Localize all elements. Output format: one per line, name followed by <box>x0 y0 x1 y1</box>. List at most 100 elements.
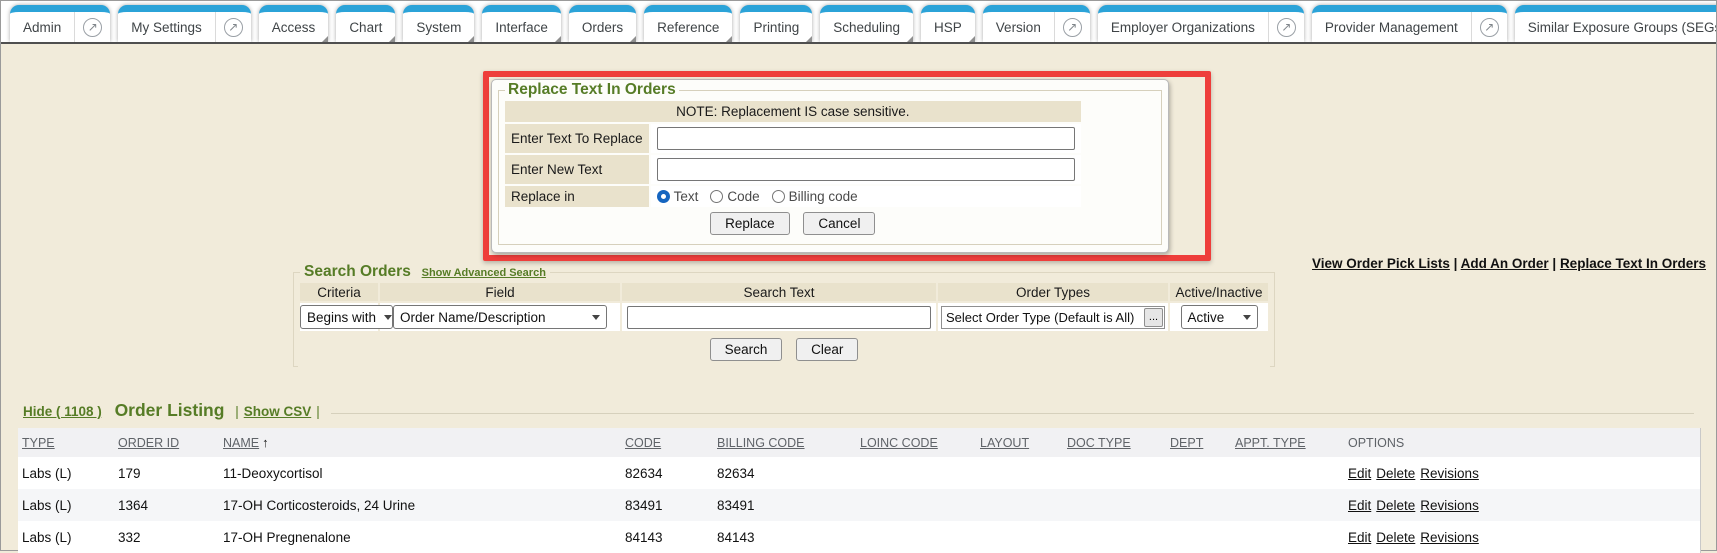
radio-icon[interactable] <box>772 190 785 203</box>
replace-form-table: NOTE: Replacement IS case sensitive. Ent… <box>503 99 1083 240</box>
order-cell <box>856 521 976 553</box>
nav-tab-chart[interactable]: Chart <box>336 5 395 42</box>
radio-label: Billing code <box>789 189 858 204</box>
nav-tab-my-settings[interactable]: My Settings↗ <box>118 5 251 42</box>
action-link-view-order-pick-lists[interactable]: View Order Pick Lists <box>1312 256 1450 271</box>
field-cell <box>650 123 1082 154</box>
column-header-label[interactable]: LAYOUT <box>980 436 1029 450</box>
text-input-enter-text-to-replace[interactable] <box>657 127 1075 150</box>
nav-tab-reference[interactable]: Reference <box>644 5 732 42</box>
radio-icon[interactable] <box>657 190 670 203</box>
nav-tab-system[interactable]: System <box>403 5 474 42</box>
criteria-select[interactable]: Begins with <box>300 305 393 329</box>
order-cell: 82634 <box>621 457 713 489</box>
active-inactive-value: Active <box>1188 310 1225 325</box>
row-revisions-link[interactable]: Revisions <box>1420 530 1479 545</box>
search-button[interactable]: Search <box>710 338 783 361</box>
nav-tab-similar-exposure-groups-segs[interactable]: Similar Exposure Groups (SEGs)↗ <box>1515 5 1716 42</box>
popout-segment[interactable]: ↗ <box>74 12 110 42</box>
column-header-label[interactable]: DEPT <box>1170 436 1203 450</box>
active-inactive-select[interactable]: Active <box>1181 305 1258 329</box>
nav-tab-orders[interactable]: Orders <box>569 5 636 42</box>
nav-tab-label: Version <box>983 12 1054 42</box>
case-sensitive-note: NOTE: Replacement IS case sensitive. <box>504 100 1082 123</box>
popout-segment[interactable]: ↗ <box>1054 12 1090 42</box>
show-csv-link[interactable]: Show CSV <box>244 404 312 419</box>
search-orders-legend: Search Orders Show Advanced Search <box>300 263 550 281</box>
order-cell <box>976 457 1063 489</box>
field-label: Enter New Text <box>504 154 650 185</box>
replace-form-row: Enter New Text <box>504 154 1082 185</box>
column-header-label[interactable]: CODE <box>625 436 661 450</box>
row-revisions-link[interactable]: Revisions <box>1420 466 1479 481</box>
nav-tab-access[interactable]: Access <box>259 5 329 42</box>
nav-tab-printing[interactable]: Printing <box>740 5 812 42</box>
order-cell: 83491 <box>713 489 856 521</box>
dropdown-indicator-icon <box>322 36 328 42</box>
order-type-browse-button[interactable]: ... <box>1144 308 1163 327</box>
order-type-picker-value: Select Order Type (Default is All) <box>942 310 1144 325</box>
popout-segment[interactable]: ↗ <box>1268 12 1304 42</box>
column-header-label[interactable]: LOINC CODE <box>860 436 938 450</box>
search-text-input[interactable] <box>627 306 931 329</box>
nav-tab-hsp[interactable]: HSP <box>921 5 975 42</box>
nav-tab-provider-management[interactable]: Provider Management↗ <box>1312 5 1507 42</box>
popout-segment[interactable]: ↗ <box>1471 12 1507 42</box>
field-cell <box>650 154 1082 185</box>
column-header-label[interactable]: BILLING CODE <box>717 436 805 450</box>
order-cell <box>1231 457 1344 489</box>
order-col-appt-type: APPT. TYPE <box>1231 428 1344 457</box>
nav-tab-label: System <box>403 12 474 42</box>
popout-segment[interactable]: ↗ <box>215 12 251 42</box>
nav-tab-version[interactable]: Version↗ <box>983 5 1090 42</box>
cancel-button[interactable]: Cancel <box>803 212 875 235</box>
row-edit-link[interactable]: Edit <box>1348 466 1371 481</box>
dropdown-indicator-icon <box>389 36 395 42</box>
radio-option-text[interactable]: Text <box>657 189 699 204</box>
popout-arrow-icon: ↗ <box>1277 18 1296 37</box>
row-delete-link[interactable]: Delete <box>1376 530 1415 545</box>
column-header-label[interactable]: DOC TYPE <box>1067 436 1131 450</box>
action-link-replace-text-in-orders[interactable]: Replace Text In Orders <box>1560 256 1706 271</box>
order-cell <box>976 521 1063 553</box>
row-delete-link[interactable]: Delete <box>1376 498 1415 513</box>
order-cell: 84143 <box>621 521 713 553</box>
listing-rule-line <box>331 413 1694 414</box>
order-row: Labs (L)17911-Deoxycortisol8263482634Edi… <box>18 457 1701 489</box>
column-header-label[interactable]: ORDER ID <box>118 436 179 450</box>
row-revisions-link[interactable]: Revisions <box>1420 498 1479 513</box>
nav-tab-admin[interactable]: Admin↗ <box>10 5 110 42</box>
hide-listing-link[interactable]: Hide ( 1108 ) <box>23 404 102 419</box>
nav-tab-employer-organizations[interactable]: Employer Organizations↗ <box>1098 5 1304 42</box>
field-select[interactable]: Order Name/Description <box>393 305 607 329</box>
row-delete-link[interactable]: Delete <box>1376 466 1415 481</box>
row-edit-link[interactable]: Edit <box>1348 530 1371 545</box>
order-cell <box>1231 521 1344 553</box>
popout-arrow-icon: ↗ <box>1480 18 1499 37</box>
dropdown-indicator-icon <box>806 36 812 42</box>
column-header-label[interactable]: TYPE <box>22 436 55 450</box>
order-col-doc-type: DOC TYPE <box>1063 428 1166 457</box>
column-header-label[interactable]: NAME <box>223 436 259 450</box>
column-header-label[interactable]: APPT. TYPE <box>1235 436 1306 450</box>
nav-tab-scheduling[interactable]: Scheduling <box>820 5 913 42</box>
order-col-code: CODE <box>621 428 713 457</box>
show-advanced-search-link[interactable]: Show Advanced Search <box>422 267 546 279</box>
replace-button[interactable]: Replace <box>710 212 790 235</box>
nav-tab-interface[interactable]: Interface <box>482 5 561 42</box>
replace-text-panel: Replace Text In Orders NOTE: Replacement… <box>491 79 1169 253</box>
row-edit-link[interactable]: Edit <box>1348 498 1371 513</box>
radio-option-billing-code[interactable]: Billing code <box>772 189 858 204</box>
order-type-picker[interactable]: Select Order Type (Default is All) ... <box>941 306 1165 329</box>
order-row: Labs (L)136417-OH Corticosteroids, 24 Ur… <box>18 489 1701 521</box>
clear-button[interactable]: Clear <box>796 338 858 361</box>
order-cell <box>1166 521 1231 553</box>
nav-tab-label: Similar Exposure Groups (SEGs) <box>1515 12 1716 42</box>
order-options-cell: Edit Delete Revisions <box>1344 457 1701 489</box>
radio-option-code[interactable]: Code <box>710 189 759 204</box>
radio-icon[interactable] <box>710 190 723 203</box>
sort-ascending-icon: ↑ <box>262 435 269 450</box>
text-input-enter-new-text[interactable] <box>657 158 1075 181</box>
order-col-order-id: ORDER ID <box>114 428 219 457</box>
action-link-add-an-order[interactable]: Add An Order <box>1461 256 1549 271</box>
